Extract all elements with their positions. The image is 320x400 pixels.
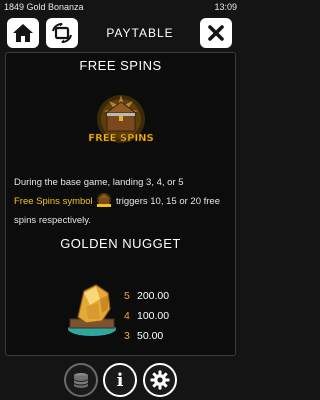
description-line-1: During the base game, landing 3, 4, or 5 [14,177,184,188]
bottom-bar: i [0,360,241,400]
payout-amount: 50.00 [137,330,164,342]
gear-icon [150,370,170,390]
free-spins-heading: FREE SPINS [79,58,162,73]
free-spins-symbol-label: Free Spins symbol [14,196,93,207]
page-title: PAYTABLE [106,26,174,40]
free-spins-symbol: FREE SPINS [88,95,154,144]
payout-row: 3 50.00 [124,326,234,346]
nugget-paytable: 5 200.00 4 100.00 3 50.00 [124,286,234,346]
home-icon [13,24,33,42]
golden-nugget-symbol [68,284,116,336]
paytable-panel: FREE SPINS FREE SPINS During the base ga… [5,52,236,356]
payout-amount: 200.00 [137,290,170,302]
free-spins-description: During the base game, landing 3, 4, or 5… [14,173,232,230]
clock: 13:09 [214,2,237,12]
status-bar: 1849 Gold Bonanza 13:09 [0,0,241,15]
close-button[interactable] [200,18,232,48]
payout-row: 4 100.00 [124,306,234,326]
settings-button[interactable] [143,363,177,397]
payout-count: 3 [124,330,130,342]
coin-stack-icon [74,373,88,388]
free-spins-mini-icon [97,193,112,207]
rotate-screen-button[interactable] [46,18,78,48]
close-icon [208,25,224,41]
app-title: 1849 Gold Bonanza [4,2,84,12]
home-button[interactable] [7,18,39,48]
screen-rotate-icon [52,23,72,43]
payout-count: 4 [124,310,130,322]
payout-row: 5 200.00 [124,286,234,306]
coins-button[interactable] [64,363,98,397]
golden-nugget-heading: GOLDEN NUGGET [60,236,181,251]
free-spins-symbol-text: FREE SPINS [88,133,154,144]
top-bar: PAYTABLE [0,15,241,52]
payout-count: 5 [124,290,130,302]
payout-amount: 100.00 [137,310,170,322]
info-button[interactable]: i [103,363,137,397]
info-icon: i [116,369,124,391]
